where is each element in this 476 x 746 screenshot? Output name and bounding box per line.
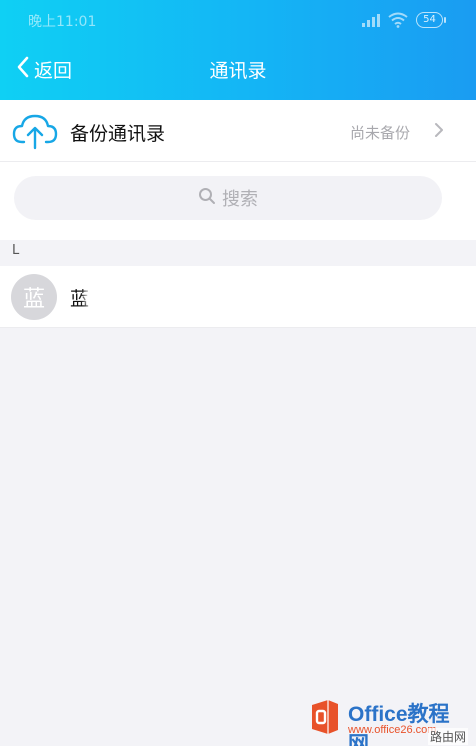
watermark-extra: 路由网 (427, 728, 468, 745)
navigation-bar: 返回 通讯录 (0, 44, 476, 94)
blurred-region (88, 286, 200, 308)
section-letter: L (12, 243, 20, 258)
avatar: 蓝 (11, 274, 57, 320)
header-bar: 晚上11:01 54 返回 通讯录 (0, 0, 476, 100)
battery-icon: 54 (416, 12, 446, 28)
watermark: Office教程网 www.office26.com 路由网 (308, 694, 468, 746)
backup-title: 备份通讯录 (70, 123, 166, 145)
search-container: 搜索 (0, 162, 476, 240)
backup-status: 尚未备份 (349, 124, 410, 142)
wifi-icon (388, 12, 408, 28)
office-logo-icon (308, 698, 342, 736)
contact-name-wrap: 蓝 (70, 284, 200, 310)
watermark-url: www.office26.com (348, 724, 437, 736)
contact-name: 蓝 (70, 287, 90, 310)
search-input[interactable]: 搜索 (14, 176, 442, 220)
list-item[interactable]: 蓝 蓝 (0, 266, 476, 328)
signal-icon (362, 13, 380, 27)
chevron-right-icon (434, 122, 444, 142)
section-header: L (0, 240, 476, 266)
page-title: 通讯录 (209, 60, 267, 82)
status-bar: 晚上11:01 54 (0, 0, 476, 40)
search-icon (198, 187, 216, 209)
search-placeholder: 搜索 (222, 189, 258, 210)
status-time: 晚上11:01 (28, 14, 97, 30)
backup-contacts-row[interactable]: 备份通讯录 尚未备份 (0, 100, 476, 162)
status-icons: 54 (362, 10, 446, 30)
battery-level: 54 (416, 12, 443, 28)
cloud-upload-icon (12, 112, 58, 154)
